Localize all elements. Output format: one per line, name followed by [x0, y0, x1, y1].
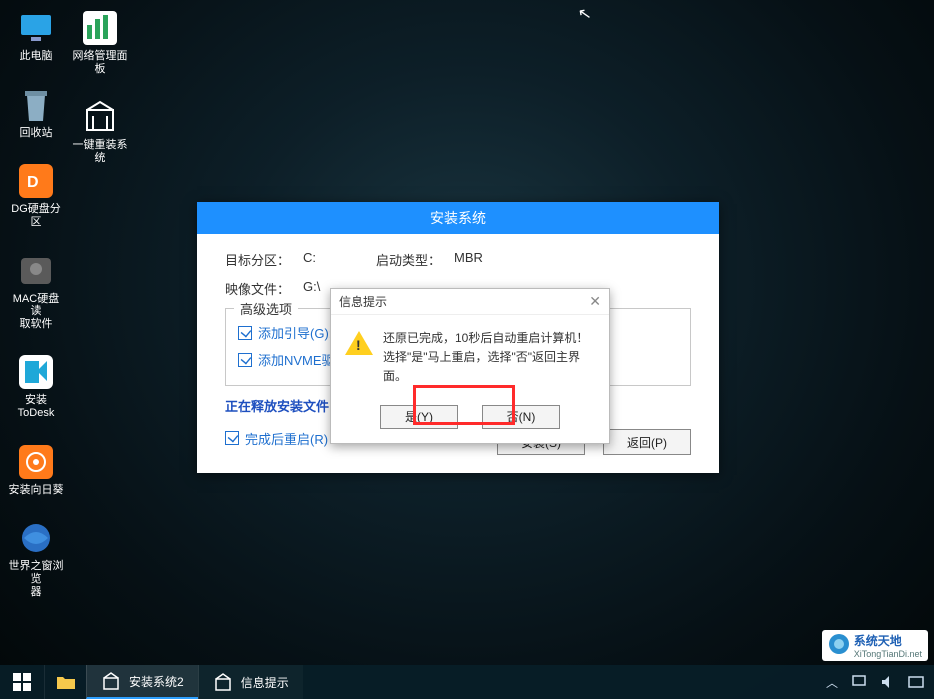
svg-text:D: D [27, 174, 39, 191]
dialog-titlebar[interactable]: 信息提示 ✕ [331, 289, 609, 315]
desktop-icon-todesk[interactable]: 安装ToDesk [8, 352, 64, 419]
watermark: 系统天地 XiTongTianDi.net [822, 630, 928, 661]
globe-icon [16, 518, 56, 558]
desktop-icon-label: DG硬盘分区 [8, 203, 64, 228]
start-button[interactable] [0, 665, 44, 699]
folder-icon [56, 674, 76, 690]
dialog-message: 还原已完成，10秒后自动重启计算机！ 选择"是"马上重启，选择"否"返回主界面。 [383, 329, 595, 387]
sunlogin-icon [16, 442, 56, 482]
dg-icon: D [16, 161, 56, 201]
taskbar-explorer[interactable] [44, 665, 86, 699]
todesk-icon [16, 352, 56, 392]
desktop-icon-network-panel[interactable]: 网络管理面板 [72, 8, 128, 75]
target-partition-value: C: [303, 250, 316, 269]
checkbox-icon [238, 353, 252, 367]
boot-type-label: 启动类型： [376, 250, 454, 269]
volume-icon[interactable] [880, 674, 896, 690]
trash-icon [16, 85, 56, 125]
desktop-icon-label: 网络管理面板 [72, 50, 128, 75]
yes-button[interactable]: 是(Y) [380, 405, 458, 429]
close-icon[interactable]: ✕ [589, 293, 601, 310]
desktop-icon-label: 回收站 [20, 127, 53, 140]
desktop-icon-label: 一键重装系统 [72, 139, 128, 164]
desktop-icon-label: MAC硬盘读 取软件 [8, 293, 64, 331]
desktop-icon-label: 安装ToDesk [8, 394, 64, 419]
target-partition-label: 目标分区： [225, 250, 303, 269]
package-icon [101, 671, 121, 691]
system-tray: ︿ [814, 665, 934, 699]
desktop-icon-theworld[interactable]: 世界之窗浏览 器 [8, 518, 64, 598]
checkbox-label: 添加引导(G): [258, 323, 332, 342]
return-button[interactable]: 返回(P) [603, 429, 691, 455]
restart-after-checkbox[interactable]: 完成后重启(R) [225, 429, 328, 448]
desktop-icon-label: 此电脑 [20, 50, 53, 63]
desktop-icon-label: 世界之窗浏览 器 [8, 560, 64, 598]
monitor-icon [16, 8, 56, 48]
desktop-icon-reinstall[interactable]: 一键重装系统 [72, 97, 128, 164]
desktop-icon-mac-disk[interactable]: MAC硬盘读 取软件 [8, 251, 64, 331]
taskbar-task-info[interactable]: 信息提示 [198, 665, 303, 699]
mouse-cursor-icon: ↖ [576, 3, 593, 25]
desktop-icon-sunlogin[interactable]: 安装向日葵 [8, 442, 64, 497]
watermark-sub: XiTongTianDi.net [854, 649, 922, 659]
checkbox-label: 添加NVME驱 [258, 350, 335, 369]
info-dialog: 信息提示 ✕ 还原已完成，10秒后自动重启计算机！ 选择"是"马上重启，选择"否… [330, 288, 610, 444]
package-icon [213, 672, 233, 692]
desktop-icon-recycle-bin[interactable]: 回收站 [8, 85, 64, 140]
warning-icon [345, 331, 373, 355]
desktop-column-1: 此电脑 回收站 D DG硬盘分区 MAC硬盘读 取软件 安装ToDesk 安装向… [8, 8, 64, 598]
boot-type-value: MBR [454, 250, 483, 269]
taskbar-task-install[interactable]: 安装系统2 [86, 665, 198, 699]
chevron-up-icon[interactable]: ︿ [824, 674, 840, 690]
windows-icon [13, 673, 31, 691]
taskbar-task-label: 安装系统2 [129, 673, 184, 690]
desktop-icon-dg-partition[interactable]: D DG硬盘分区 [8, 161, 64, 228]
desktop-icon-this-pc[interactable]: 此电脑 [8, 8, 64, 63]
globe-icon [828, 633, 850, 658]
image-file-label: 映像文件： [225, 279, 303, 298]
keyboard-icon[interactable] [908, 674, 924, 690]
image-file-value: G:\ [303, 279, 320, 298]
checkbox-icon [238, 326, 252, 340]
desktop-column-2: 网络管理面板 一键重装系统 [72, 8, 128, 165]
package-icon [80, 97, 120, 137]
no-button[interactable]: 否(N) [482, 405, 560, 429]
checkbox-label: 完成后重启(R) [245, 429, 328, 448]
dialog-title: 信息提示 [339, 293, 387, 310]
network-panel-icon [80, 8, 120, 48]
network-icon[interactable] [852, 674, 868, 690]
dialog-line1: 还原已完成，10秒后自动重启计算机！ [383, 329, 595, 348]
checkbox-icon [225, 431, 239, 445]
desktop-icon-label: 安装向日葵 [9, 484, 64, 497]
advanced-options-label: 高级选项 [234, 299, 298, 318]
watermark-text: 系统天地 [854, 634, 902, 648]
apple-disk-icon [16, 251, 56, 291]
dialog-line2: 选择"是"马上重启，选择"否"返回主界面。 [383, 348, 595, 386]
taskbar: 安装系统2 信息提示 ︿ [0, 665, 934, 699]
window-title[interactable]: 安装系统 [197, 202, 719, 234]
add-boot-checkbox[interactable]: 添加引导(G): [238, 323, 332, 342]
taskbar-task-label: 信息提示 [241, 674, 289, 691]
